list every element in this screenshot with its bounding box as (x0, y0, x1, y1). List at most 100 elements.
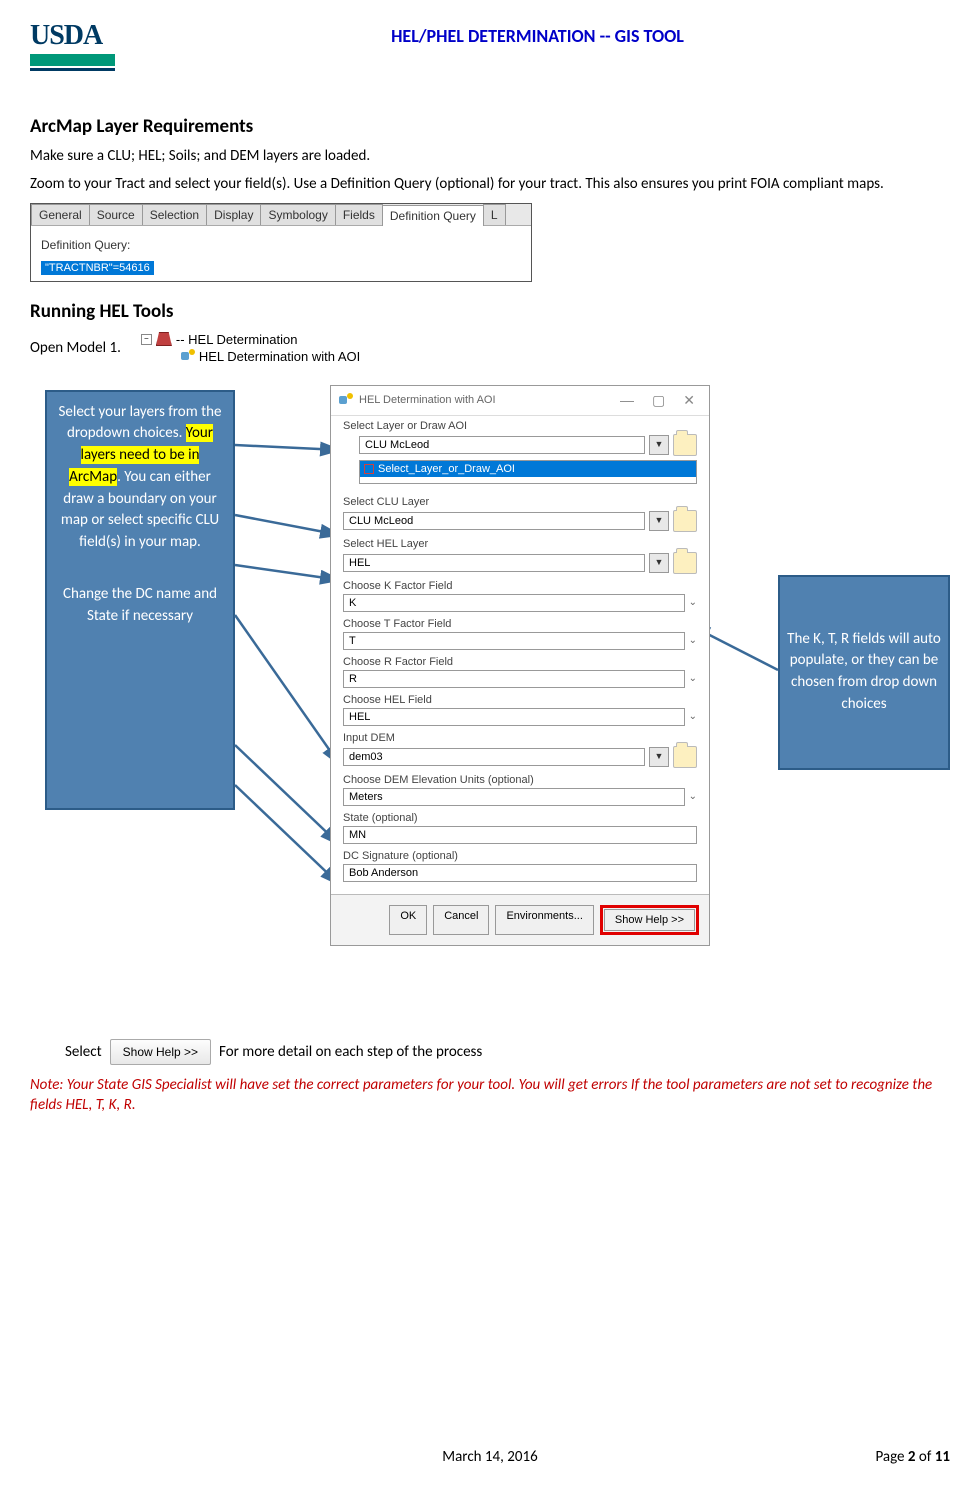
body-text: Zoom to your Tract and select your field… (30, 174, 950, 194)
callout-text-dc: Change the DC name and State if necessar… (53, 584, 227, 628)
state-input[interactable] (343, 826, 697, 844)
definition-query-value[interactable]: "TRACTNBR"=54616 (41, 261, 154, 275)
dropdown-button[interactable]: ▼ (649, 511, 669, 531)
callout-right: The K, T, R fields will auto populate, o… (778, 575, 950, 770)
maximize-button[interactable]: ▢ (646, 392, 671, 409)
list-item-label: Select_Layer_or_Draw_AOI (378, 463, 515, 475)
dropdown-button[interactable]: ▼ (649, 435, 669, 455)
tab-overflow[interactable]: L (483, 204, 506, 225)
highlight-box: Show Help >> (600, 905, 699, 935)
select-text-post: For more detail on each step of the proc… (219, 1043, 482, 1061)
tab-fields[interactable]: Fields (335, 204, 383, 225)
callout-left: Select your layers from the dropdown cho… (45, 390, 235, 810)
definition-query-dialog: General Source Selection Display Symbolo… (30, 203, 532, 282)
dropdown-button[interactable]: ▼ (649, 553, 669, 573)
select-layer-input[interactable] (359, 436, 645, 454)
document-header: USDA HEL/PHEL DETERMINATION -- GIS TOOL (30, 20, 950, 75)
field-label: Select CLU Layer (343, 496, 697, 508)
footer-date: March 14, 2016 (30, 1448, 950, 1466)
t-factor-input[interactable] (343, 632, 685, 650)
dialog-body: Definition Query: "TRACTNBR"=54616 (31, 226, 531, 281)
chevron-down-icon[interactable]: ⌄ (689, 791, 697, 802)
tab-source[interactable]: Source (89, 204, 143, 225)
chevron-down-icon[interactable]: ⌄ (689, 597, 697, 608)
dialog-tabs: General Source Selection Display Symbolo… (31, 204, 531, 226)
section-heading-running: Running HEL Tools (30, 300, 950, 323)
dem-input[interactable] (343, 748, 645, 766)
environments-button[interactable]: Environments... (495, 905, 593, 935)
dem-units-input[interactable] (343, 788, 685, 806)
list-item-selected[interactable]: Select_Layer_or_Draw_AOI (360, 461, 696, 477)
page-current: 2 (908, 1448, 916, 1466)
page-footer: March 14, 2016 Page 2 of 11 (30, 1448, 950, 1466)
k-factor-input[interactable] (343, 594, 685, 612)
tree-root-row[interactable]: − -- HEL Determination (141, 331, 360, 348)
field-label: State (optional) (343, 812, 697, 824)
body-text: Make sure a CLU; HEL; Soils; and DEM lay… (30, 146, 950, 166)
browse-button[interactable] (673, 510, 697, 532)
field-label: Choose HEL Field (343, 694, 697, 706)
ok-button[interactable]: OK (389, 905, 427, 935)
definition-query-label: Definition Query: (41, 238, 521, 252)
page-sep: of (916, 1448, 935, 1466)
dropdown-button[interactable]: ▼ (649, 747, 669, 767)
close-button[interactable]: ✕ (677, 392, 701, 409)
section-heading-arcmap: ArcMap Layer Requirements (30, 115, 950, 138)
model-tree: − -- HEL Determination HEL Determination… (141, 331, 360, 365)
browse-button[interactable] (673, 746, 697, 768)
cancel-button[interactable]: Cancel (433, 905, 489, 935)
chevron-down-icon[interactable]: ⌄ (689, 673, 697, 684)
dialog-button-row: OK Cancel Environments... Show Help >> (331, 894, 709, 945)
field-label: Input DEM (343, 732, 697, 744)
tree-child-row[interactable]: HEL Determination with AOI (141, 348, 360, 365)
field-label: Choose DEM Elevation Units (optional) (343, 774, 697, 786)
browse-button[interactable] (673, 434, 697, 456)
r-factor-input[interactable] (343, 670, 685, 688)
show-help-button-inline[interactable]: Show Help >> (110, 1039, 211, 1065)
select-text-pre: Select (65, 1043, 102, 1061)
field-label: Choose T Factor Field (343, 618, 697, 630)
minimize-button[interactable]: — (614, 392, 640, 408)
show-help-button[interactable]: Show Help >> (604, 909, 695, 931)
tab-definition-query[interactable]: Definition Query (382, 205, 484, 226)
model-icon (339, 393, 353, 407)
field-label: Select Layer or Draw AOI (343, 420, 697, 432)
toolbox-icon (156, 332, 172, 346)
document-title: HEL/PHEL DETERMINATION -- GIS TOOL (125, 25, 950, 47)
tab-general[interactable]: General (31, 204, 90, 225)
collapse-icon[interactable]: − (141, 334, 152, 345)
browse-button[interactable] (673, 552, 697, 574)
footer-page: Page 2 of 11 (875, 1448, 950, 1466)
note-text: Note: Your State GIS Specialist will hav… (30, 1075, 950, 1116)
tab-symbology[interactable]: Symbology (260, 204, 335, 225)
callout-text-right: The K, T, R fields will auto populate, o… (786, 629, 942, 716)
field-label: Choose R Factor Field (343, 656, 697, 668)
usda-logo-bar-blue (30, 68, 115, 71)
page-total: 11 (935, 1448, 950, 1466)
usda-logo-text: USDA (30, 20, 115, 52)
callout-text: Select your layers from the dropdown cho… (53, 402, 227, 554)
usda-logo: USDA (30, 20, 115, 75)
field-label: Choose K Factor Field (343, 580, 697, 592)
tab-display[interactable]: Display (206, 204, 261, 225)
chevron-down-icon[interactable]: ⌄ (689, 711, 697, 722)
tab-selection[interactable]: Selection (142, 204, 207, 225)
hel-layer-input[interactable] (343, 554, 645, 572)
tree-root-label: -- HEL Determination (176, 332, 298, 347)
layer-symbol-icon (364, 464, 374, 474)
model-icon (181, 349, 195, 363)
dialog-title: HEL Determination with AOI (359, 394, 608, 406)
field-label: Select HEL Layer (343, 538, 697, 550)
clu-layer-input[interactable] (343, 512, 645, 530)
annotated-figure: Select your layers from the dropdown cho… (30, 385, 950, 1065)
hel-field-input[interactable] (343, 708, 685, 726)
open-model-text: Open Model 1. (30, 339, 121, 357)
usda-logo-bar-green (30, 54, 115, 66)
field-label: DC Signature (optional) (343, 850, 697, 862)
dialog-titlebar: HEL Determination with AOI — ▢ ✕ (331, 386, 709, 416)
page-label: Page (875, 1448, 907, 1466)
dc-signature-input[interactable] (343, 864, 697, 882)
layer-listbox[interactable]: Select_Layer_or_Draw_AOI (359, 460, 697, 484)
chevron-down-icon[interactable]: ⌄ (689, 635, 697, 646)
select-help-line: Select Show Help >> For more detail on e… (65, 1039, 482, 1065)
